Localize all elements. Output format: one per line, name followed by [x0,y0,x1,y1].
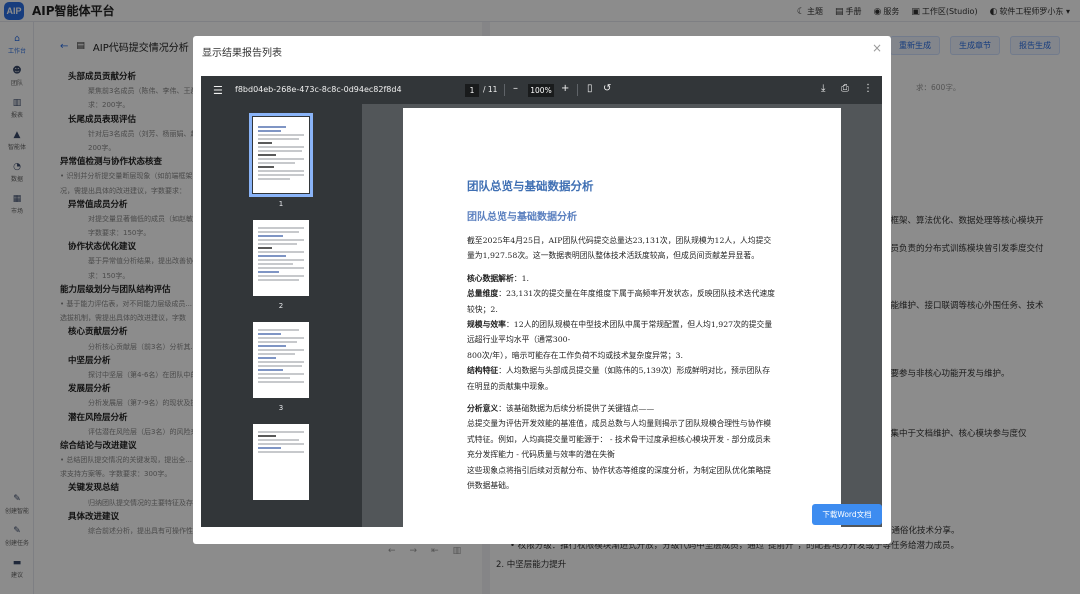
pdf-viewer: ☰ f8bd04eb-268e-473c-8c8c-0d94ec82f8d4 1… [201,76,882,527]
page-paragraph: 截至2025年4月25日，AIP团队代码提交总量达23,131次，团队规模为12… [467,236,772,261]
thumbnail-number: 2 [278,302,284,310]
page-thumbnail-1[interactable] [249,113,313,197]
thumbnail-sidebar: 1 2 3 [201,104,362,527]
page-text: ：23,131次的提交量在年度维度下属于高频率开发状态，反映团队技术迭代速度较快… [467,289,775,314]
page-paragraph: 总提交量为评估开发效能的基准值，成员总数与人均量则揭示了团队规模合理性与协作模式… [467,419,772,460]
close-icon[interactable]: × [872,41,882,55]
page-paragraph: 总量维度：23,131次的提交量在年度维度下属于高频率开发状态，反映团队技术迭代… [467,286,777,317]
fit-page-icon[interactable]: ▯ [587,83,593,94]
page-paragraph: 800次/年），暗示可能存在工作负荷不均或技术复杂度异常；3. [467,350,683,360]
page-heading-1: 团队总览与基础数据分析 [467,179,594,193]
download-word-button[interactable]: 下载Word文档 [812,504,882,525]
thumbnail-number: 1 [278,200,284,208]
page-text: ：12人的团队规模在中型技术团队中属于常规配置，但人均1,927次的提交量远超行… [467,320,773,345]
toolbar-divider [504,84,505,96]
rotate-icon[interactable]: ↺ [603,83,611,94]
thumbnail-number: 3 [278,404,284,412]
toolbar-divider [577,84,578,96]
modal-title: 显示结果报告列表 [202,48,282,59]
page-paragraph: 规模与效率：12人的团队规模在中型技术团队中属于常规配置，但人均1,927次的提… [467,317,777,348]
menu-icon[interactable]: ☰ [213,84,223,97]
page-heading-2: 团队总览与基础数据分析 [467,212,577,223]
page-text: ：人均数据与头部成员提交量（如陈伟的5,139次）形成鲜明对比，预示团队存在明显… [467,366,771,391]
page-paragraph: 这些现象点将指引后续对贡献分布、协作状态等维度的深度分析，为制定团队优化策略提供… [467,465,772,491]
zoom-level-input[interactable]: 100% [528,84,554,97]
download-icon[interactable]: ⤓ [821,83,825,94]
page-number-input[interactable]: 1 [465,84,479,97]
page-thumbnail-2[interactable] [253,220,309,296]
page-text: ：该基础数据为后续分析提供了关键锚点—— [498,404,655,414]
zoom-in-icon[interactable]: + [561,83,569,94]
page-total: / 11 [483,85,498,94]
bold-label: 分析意义 [467,404,499,414]
bold-label: 核心数据解析 [467,273,514,283]
page-paragraph: 结构特征：人均数据与头部成员提交量（如陈伟的5,139次）形成鲜明对比，预示团队… [467,363,777,394]
bold-label: 结构特征 [467,366,499,376]
report-list-modal: 显示结果报告列表 × ☰ f8bd04eb-268e-473c-8c8c-0d9… [193,36,891,544]
bold-label: 总量维度 [467,289,499,299]
more-icon[interactable]: ⋮ [863,83,873,94]
page-thumbnail-3[interactable] [253,322,309,398]
print-icon[interactable]: ⎙ [841,83,849,94]
zoom-out-icon[interactable]: – [513,83,518,94]
pdf-toolbar: ☰ f8bd04eb-268e-473c-8c8c-0d94ec82f8d4 1… [201,76,882,104]
pdf-page: 团队总览与基础数据分析 团队总览与基础数据分析 截至2025年4月25日，AIP… [403,108,841,527]
page-paragraph: 分析意义：该基础数据为后续分析提供了关键锚点—— [467,401,777,416]
page-thumbnail-4[interactable] [253,424,309,500]
page-text: ：1. [513,273,530,283]
page-paragraph: 核心数据解析：1. [467,271,777,286]
pdf-filename: f8bd04eb-268e-473c-8c8c-0d94ec82f8d4 [235,85,402,94]
bold-label: 规模与效率 [467,320,506,330]
